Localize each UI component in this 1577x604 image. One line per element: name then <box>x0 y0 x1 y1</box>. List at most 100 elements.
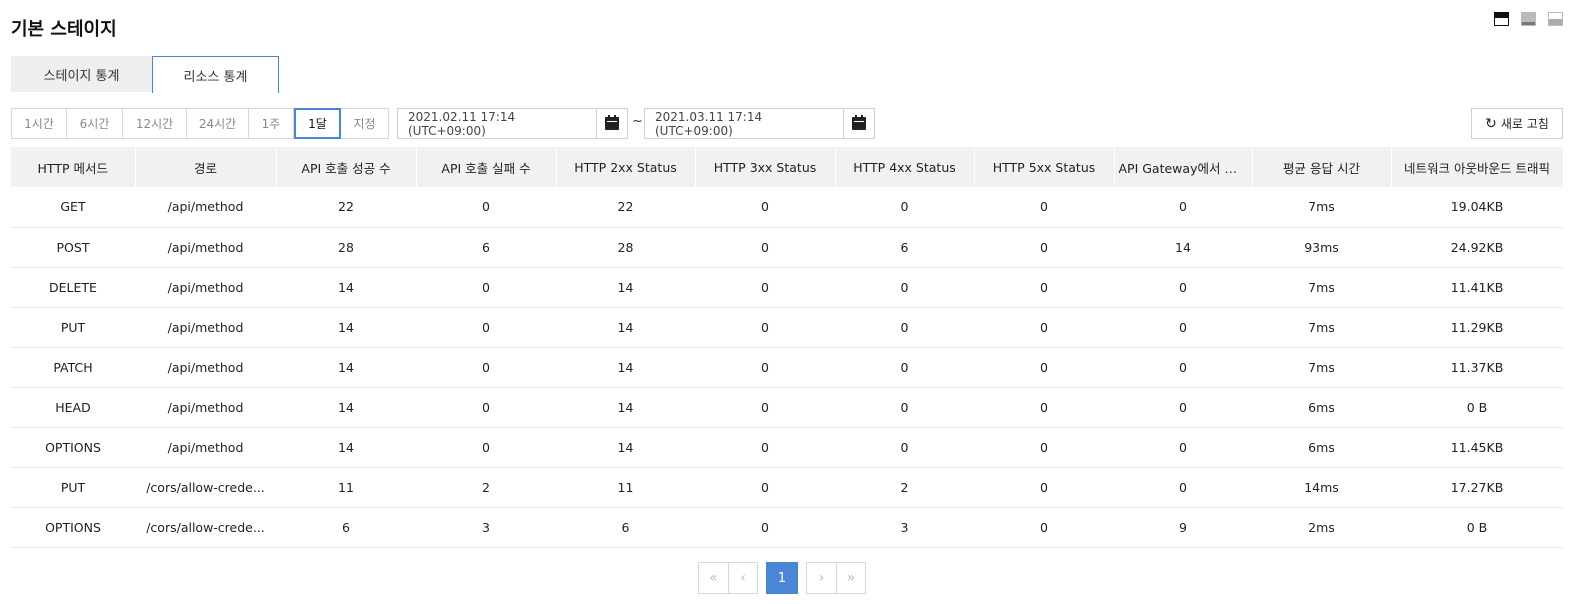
layout-bottom-icon[interactable] <box>1548 12 1563 26</box>
cell-col-failure-count: 0 <box>416 387 556 428</box>
cell-col-http-method: POST <box>11 227 135 268</box>
page-number-button[interactable]: 1 <box>766 562 798 594</box>
pagination-back-group: « ‹ <box>698 562 758 594</box>
table-row[interactable]: PATCH/api/method 14 0 14 0 0 0 0 7ms 11.37KB <box>11 347 1563 388</box>
cell-col-outbound-traffic: 11.37KB <box>1391 347 1563 388</box>
cell-col-avg-response: 14ms <box>1252 467 1391 508</box>
cell-col-outbound-traffic: 0 B <box>1391 387 1563 428</box>
cell-col-http-method: OPTIONS <box>11 507 135 548</box>
first-page-button[interactable]: « <box>699 563 728 593</box>
cell-col-success-count: 14 <box>276 427 416 468</box>
tab-resource-stats[interactable]: 리소스 통계 <box>152 56 279 93</box>
cell-col-4xx: 6 <box>835 227 974 268</box>
refresh-label: 새로 고침 <box>1500 117 1549 131</box>
cell-col-2xx: 6 <box>556 507 695 548</box>
cell-col-path: /cors/allow-crede... <box>135 507 276 548</box>
cell-col-success-count: 6 <box>276 507 416 548</box>
header-col-success-count: API 호출 성공 수 <box>276 147 417 187</box>
range-custom-button[interactable]: 지정 <box>341 109 388 138</box>
range-1m-button[interactable]: 1달 <box>294 108 341 139</box>
cell-col-success-count: 22 <box>276 187 416 228</box>
cell-col-path: /api/method <box>135 387 276 428</box>
cell-col-outbound-traffic: 11.41KB <box>1391 267 1563 308</box>
start-date-input[interactable]: 2021.02.11 17:14 (UTC+09:00) <box>398 109 596 138</box>
cell-col-http-method: PUT <box>11 307 135 348</box>
resource-stats-table: HTTP 메서드 경로 API 호출 성공 수 API 호출 실패 수 HTTP 2xx… <box>11 147 1564 548</box>
tab-stage-stats[interactable]: 스테이지 통계 <box>11 56 152 92</box>
cell-col-outbound-traffic: 19.04KB <box>1391 187 1563 228</box>
cell-col-http-method: DELETE <box>11 267 135 308</box>
cell-col-failure-count: 0 <box>416 347 556 388</box>
header-col-outbound-traffic: 네트워크 아웃바운드 트래픽 <box>1391 147 1564 187</box>
calendar-icon <box>605 115 619 130</box>
layout-split-icon[interactable] <box>1521 12 1536 26</box>
cell-col-outbound-traffic: 17.27KB <box>1391 467 1563 508</box>
start-date-picker[interactable]: 2021.02.11 17:14 (UTC+09:00) <box>397 108 628 139</box>
cell-col-3xx: 0 <box>695 507 835 548</box>
cell-col-outbound-traffic: 11.45KB <box>1391 427 1563 468</box>
last-page-button[interactable]: » <box>836 563 865 593</box>
cell-col-2xx: 11 <box>556 467 695 508</box>
cell-col-4xx: 3 <box>835 507 974 548</box>
cell-col-failure-count: 0 <box>416 427 556 468</box>
cell-col-2xx: 22 <box>556 187 695 228</box>
end-calendar-button[interactable] <box>843 109 874 138</box>
header-col-avg-response: 평균 응답 시간 <box>1252 147 1392 187</box>
table-row[interactable]: PUT/cors/allow-crede... 11 2 11 0 2 0 0 14ms 17.2… <box>11 467 1563 508</box>
cell-col-4xx: 0 <box>835 347 974 388</box>
table-row[interactable]: OPTIONS/cors/allow-crede... 6 3 6 0 3 0 9 2ms 0 B <box>11 507 1563 548</box>
cell-col-5xx: 0 <box>974 267 1114 308</box>
refresh-button[interactable]: ↻ 새로 고침 <box>1471 108 1563 139</box>
end-date-input[interactable]: 2021.03.11 17:14 (UTC+09:00) <box>645 109 843 138</box>
cell-col-path: /api/method <box>135 427 276 468</box>
range-12h-button[interactable]: 12시간 <box>123 109 187 138</box>
start-calendar-button[interactable] <box>596 109 627 138</box>
cell-col-avg-response: 7ms <box>1252 347 1391 388</box>
cell-col-4xx: 0 <box>835 387 974 428</box>
table-row[interactable]: HEAD/api/method 14 0 14 0 0 0 0 6ms 0 B <box>11 387 1563 428</box>
cell-col-success-count: 11 <box>276 467 416 508</box>
cell-col-4xx: 0 <box>835 307 974 348</box>
table-row[interactable]: POST/api/method 28 6 28 0 6 0 14 93ms 24.92KB <box>11 227 1563 268</box>
header-col-4xx: HTTP 4xx Status <box>835 147 975 187</box>
cell-col-3xx: 0 <box>695 387 835 428</box>
filter-toolbar: 1시간 6시간 12시간 24시간 1주 1달 지정 2021.02.11 17… <box>11 108 1563 139</box>
cell-col-5xx: 0 <box>974 467 1114 508</box>
cell-col-gateway-direct: 0 <box>1114 307 1252 348</box>
cell-col-2xx: 14 <box>556 347 695 388</box>
next-page-button[interactable]: › <box>807 563 836 593</box>
cell-col-http-method: GET <box>11 187 135 228</box>
cell-col-avg-response: 7ms <box>1252 307 1391 348</box>
cell-col-2xx: 14 <box>556 307 695 348</box>
cell-col-http-method: PUT <box>11 467 135 508</box>
cell-col-path: /api/method <box>135 307 276 348</box>
cell-col-path: /api/method <box>135 227 276 268</box>
cell-col-3xx: 0 <box>695 187 835 228</box>
range-6h-button[interactable]: 6시간 <box>67 109 123 138</box>
cell-col-2xx: 14 <box>556 267 695 308</box>
range-1w-button[interactable]: 1주 <box>249 109 294 138</box>
page-title: 기본 스테이지 <box>11 19 117 40</box>
table-row[interactable]: OPTIONS/api/method 14 0 14 0 0 0 0 6ms 11.45KB <box>11 427 1563 468</box>
end-date-picker[interactable]: 2021.03.11 17:14 (UTC+09:00) <box>644 108 875 139</box>
header-col-http-method: HTTP 메서드 <box>11 147 136 187</box>
header-col-5xx: HTTP 5xx Status <box>974 147 1115 187</box>
table-row[interactable]: GET/api/method 22 0 22 0 0 0 0 7ms 19.04KB <box>11 187 1563 228</box>
table-header-row: HTTP 메서드 경로 API 호출 성공 수 API 호출 실패 수 HTTP 2xx… <box>11 147 1564 187</box>
cell-col-3xx: 0 <box>695 307 835 348</box>
cell-col-avg-response: 2ms <box>1252 507 1391 548</box>
cell-col-success-count: 14 <box>276 347 416 388</box>
cell-col-gateway-direct: 0 <box>1114 187 1252 228</box>
cell-col-outbound-traffic: 0 B <box>1391 507 1563 548</box>
table-row[interactable]: DELETE/api/method 14 0 14 0 0 0 0 7ms 11.41KB <box>11 267 1563 308</box>
header-col-gateway-direct: API Gateway에서 바로... <box>1114 147 1253 187</box>
cell-col-success-count: 14 <box>276 307 416 348</box>
range-1h-button[interactable]: 1시간 <box>12 109 67 138</box>
table-row[interactable]: PUT/api/method 14 0 14 0 0 0 0 7ms 11.29KB <box>11 307 1563 348</box>
range-24h-button[interactable]: 24시간 <box>187 109 249 138</box>
layout-top-icon[interactable] <box>1494 12 1509 26</box>
prev-page-button[interactable]: ‹ <box>728 563 757 593</box>
cell-col-2xx: 28 <box>556 227 695 268</box>
layout-switcher <box>1494 12 1563 26</box>
refresh-icon: ↻ <box>1485 115 1497 132</box>
